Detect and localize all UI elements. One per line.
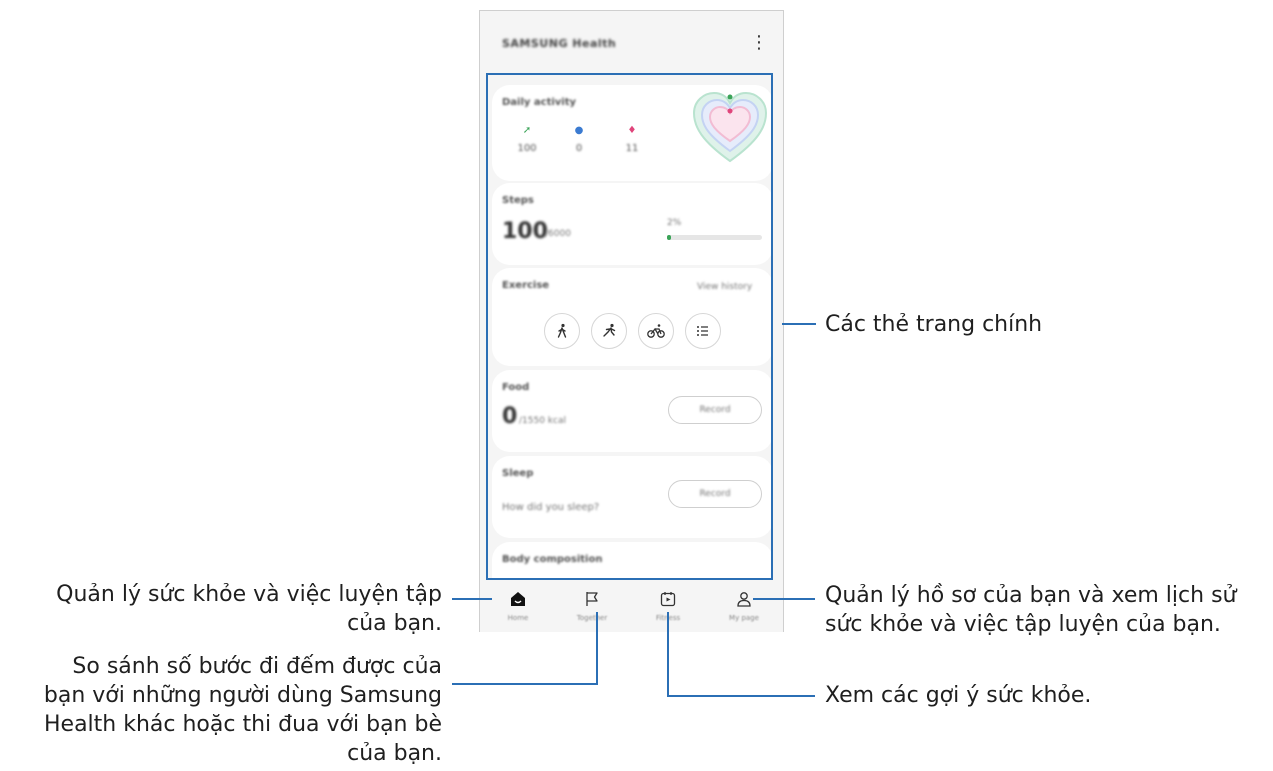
person-icon <box>737 592 751 607</box>
nav-my-page-label: My page <box>729 614 759 622</box>
callout-together-line1: So sánh số bước đi đếm được của <box>72 654 442 679</box>
callout-line-fitness-horizontal <box>667 695 815 697</box>
callout-fitness: Xem các gợi ý sức khỏe. <box>825 683 1092 708</box>
callout-home: Quản lý sức khỏe và việc luyện tập của b… <box>20 580 442 638</box>
nav-my-page[interactable]: My page <box>719 590 769 622</box>
more-vertical-icon[interactable]: ⋮ <box>750 33 768 53</box>
nav-together-label: Together <box>576 614 608 622</box>
callout-mypage-line2: sức khỏe và việc tập luyện của bạn. <box>825 612 1221 637</box>
callout-line-together-horizontal <box>452 683 598 685</box>
callout-mypage: Quản lý hồ sơ của bạn và xem lịch sử sức… <box>825 581 1236 639</box>
callout-line-together-vertical <box>596 612 598 684</box>
nav-together[interactable]: Together <box>567 590 617 622</box>
callout-line-fitness-vertical <box>667 612 669 696</box>
app-bar: SAMSUNG Health ⋮ <box>480 11 783 73</box>
callout-line-mypage <box>753 598 815 600</box>
play-calendar-icon <box>660 592 676 607</box>
bottom-nav: Home Together Fitness <box>480 580 783 632</box>
callout-together-line2: bạn với những người dùng Samsung <box>43 683 442 708</box>
callout-line-cards <box>782 323 816 325</box>
phone-screen: SAMSUNG Health ⋮ Daily activity ➚ 100 ● … <box>479 10 784 632</box>
callout-together-line3: Health khác hoặc thi đua với bạn bè <box>44 712 442 737</box>
callout-line-home <box>452 598 492 600</box>
nav-home[interactable]: Home <box>493 590 543 622</box>
callout-mypage-line1: Quản lý hồ sơ của bạn và xem lịch sử <box>825 583 1237 608</box>
callout-home-line2: của bạn. <box>347 611 442 636</box>
callout-together-line4: của bạn. <box>347 741 442 766</box>
app-title: SAMSUNG Health <box>502 37 617 50</box>
home-cards-highlight <box>486 73 773 580</box>
callout-together: So sánh số bước đi đếm được của bạn với … <box>20 652 442 768</box>
flag-icon <box>586 592 598 606</box>
home-icon <box>511 592 525 606</box>
callout-cards: Các thẻ trang chính <box>825 312 1043 337</box>
callout-home-line1: Quản lý sức khỏe và việc luyện tập <box>56 582 442 607</box>
nav-home-label: Home <box>507 614 529 622</box>
